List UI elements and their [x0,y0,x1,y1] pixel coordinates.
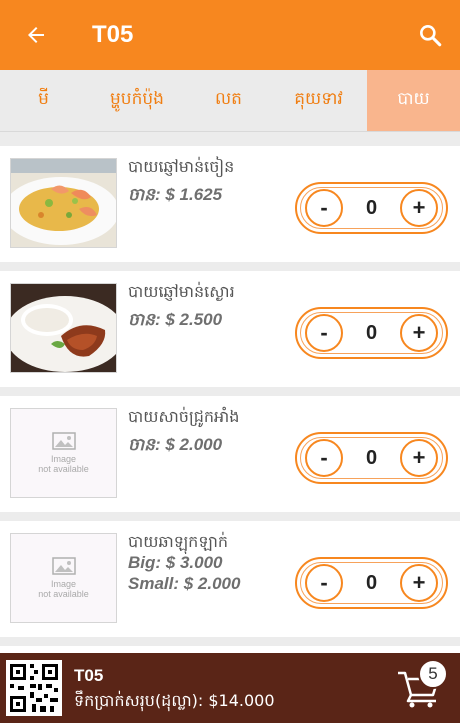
quantity-stepper: - 0 + [295,557,448,609]
arrow-left-icon [28,27,44,43]
app-bar: T05 [0,0,460,70]
item-price: ចាន: $ 2.500 [128,310,223,329]
placeholder-text: Image [50,579,76,589]
decrease-button[interactable]: - [305,189,343,227]
placeholder-text: not available [38,464,89,474]
list-item[interactable]: បាយឆ្ញៅមាន់ស្ងោរ ចាន: $ 2.500 - 0 + [0,271,460,387]
increase-button[interactable]: + [400,189,438,227]
item-price-big: Big: $ 3.000 [128,553,223,572]
item-name: បាយឆ្ញៅមាន់ចៀន [128,157,235,176]
list-item[interactable]: Image not available បាយសាច់ជ្រូកអាំង ចាន… [0,396,460,512]
image-not-available: Image not available [10,408,117,498]
search-button[interactable] [400,0,460,70]
placeholder-text: not available [38,589,89,599]
decrease-button[interactable]: - [305,314,343,352]
list-item[interactable]: Image not available បាយឆាឡុកឡាក់ Big: $ … [0,521,460,637]
image-placeholder-icon [51,432,76,450]
food-photo [10,283,117,373]
category-tabs: មី ម្ហូបកំប៉ុង លត គុយទាវ បាយ [0,70,460,132]
tab-kuy-teav[interactable]: គុយទាវ [270,70,367,131]
item-name: បាយឆាឡុកឡាក់ [128,532,228,551]
placeholder-text: Image [50,454,76,464]
decrease-button[interactable]: - [305,439,343,477]
image-placeholder-icon [51,557,76,575]
tab-canned-food[interactable]: ម្ហូបកំប៉ុង [87,70,187,131]
quantity-value: 0 [365,446,378,469]
item-price: ចាន: $ 2.000 [128,435,223,454]
cart-count-badge: 5 [418,659,448,689]
order-total: ទឹកប្រាក់សរុប(ដុល្លា): $14.000 [74,691,275,710]
quantity-stepper: - 0 + [295,182,448,234]
back-button[interactable] [0,0,72,70]
quantity-stepper: - 0 + [295,307,448,359]
quantity-value: 0 [365,321,378,344]
item-price-small: Small: $ 2.000 [128,574,241,593]
item-price: ចាន: $ 1.625 [128,185,223,204]
table-number: T05 [74,666,104,685]
tab-noodles[interactable]: មី [0,70,87,131]
order-summary-bar[interactable]: T05 ទឹកប្រាក់សរុប(ដុល្លា): $14.000 [0,653,460,723]
page-title: T05 [92,21,134,48]
increase-button[interactable]: + [400,439,438,477]
item-name: បាយសាច់ជ្រូកអាំង [128,407,240,426]
qr-code-icon[interactable] [6,660,62,716]
tab-lort[interactable]: លត [187,70,270,131]
increase-button[interactable]: + [400,314,438,352]
tab-rice[interactable]: បាយ [367,70,460,131]
food-photo [10,158,117,248]
increase-button[interactable]: + [400,564,438,602]
item-name: បាយឆ្ញៅមាន់ស្ងោរ [128,282,235,301]
quantity-value: 0 [365,571,378,594]
search-icon [420,25,442,47]
decrease-button[interactable]: - [305,564,343,602]
quantity-value: 0 [365,196,378,219]
image-not-available: Image not available [10,533,117,623]
quantity-stepper: - 0 + [295,432,448,484]
list-item[interactable]: បាយឆ្ញៅមាន់ចៀន ចាន: $ 1.625 - 0 + [0,146,460,262]
